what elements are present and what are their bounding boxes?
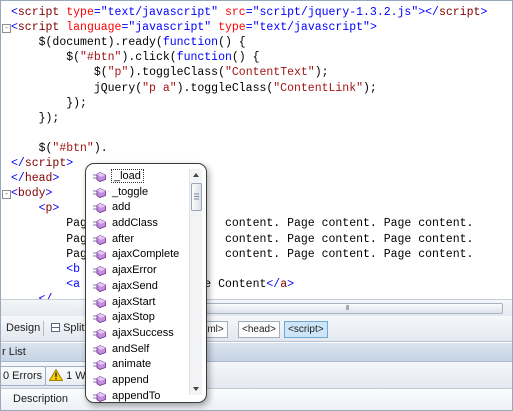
code-line[interactable]: $("#btn"). [11,141,108,156]
horizontal-scroll-thumb[interactable]: III [191,303,503,314]
completion-scroll-thumb[interactable] [191,183,202,211]
code-line[interactable]: jQuery("p a").toggleClass("ContentLink")… [11,81,377,96]
method-icon [93,172,106,182]
code-line[interactable]: }); [11,111,60,126]
code-line[interactable]: <p> [11,201,60,216]
completion-item-label: _load [111,169,144,183]
collapse-toggle-icon[interactable]: - [2,190,11,200]
completion-item[interactable]: add [90,200,186,216]
scroll-down-icon[interactable] [190,383,202,395]
completion-item-label: andSelf [112,342,150,355]
error-list-titlebar: r List [1,343,512,362]
warnings-filter-button[interactable]: 1 Wa [45,366,91,386]
completion-item-label: after [112,232,135,245]
code-editor[interactable]: -- <script type="text/javascript" src="s… [1,1,512,306]
code-line[interactable]: $("p").toggleClass("ContentText"); [11,65,329,80]
scroll-grip-icon: III [345,305,350,312]
error-list-title: r List [2,346,26,358]
completion-item-label: append [112,373,149,386]
description-column-header[interactable]: Description [13,389,68,410]
completion-item-label: ajaxComplete [112,248,180,261]
completion-item[interactable]: append [90,373,186,389]
completion-scrollbar[interactable] [189,169,202,395]
code-line[interactable]: <body> [11,186,52,201]
method-icon [93,391,106,402]
code-line[interactable]: </head> [11,171,59,186]
completion-item-label: ajaxSuccess [112,326,174,339]
completion-item-label: appendTo [112,389,161,402]
completion-item-label: ajaxError [112,264,157,277]
code-line[interactable]: Pag content. Page content. Page content. [11,232,473,247]
breadcrumb-head[interactable]: <head> [238,321,280,338]
code-line[interactable]: Pag content. Page content. Page content. [11,247,473,262]
completion-item[interactable]: appendTo [90,389,186,402]
error-list-toolbar: 0 Errors 1 Wa [1,362,512,389]
scroll-up-icon[interactable] [190,169,202,181]
method-icon [93,234,106,245]
method-icon [93,187,106,198]
completion-item[interactable]: _toggle [90,185,186,201]
collapse-toggle-icon[interactable]: - [2,24,11,34]
code-line[interactable]: $(document).ready(function() { [11,35,246,50]
warning-icon [49,369,63,381]
code-line[interactable]: $("#btn").click(function() { [11,50,259,65]
design-view-tab[interactable]: Design [3,321,43,336]
completion-item[interactable]: ajaxError [90,263,186,279]
completion-item[interactable]: ajaxStop [90,310,186,326]
method-icon [93,297,106,308]
completion-item-label: ajaxSend [112,279,158,292]
completion-item-label: ajaxStart [112,295,156,308]
method-icon [93,266,106,277]
completion-item[interactable]: _load [90,169,186,185]
completion-item-label: _toggle [112,185,149,198]
scroll-grip-icon [194,193,199,200]
completion-item[interactable]: animate [90,357,186,373]
code-line[interactable]: <script language="javascript" type="text… [11,20,377,35]
split-view-tab[interactable]: Split [48,321,87,336]
completion-item[interactable]: ajaxComplete [90,247,186,263]
completion-item[interactable]: andSelf [90,342,186,358]
completion-item-label: ajaxStop [112,311,155,324]
code-line[interactable]: }); [11,96,87,111]
intellisense-popup[interactable]: _load _toggleadd addClass after ajaxComplete… [85,163,207,403]
outline-gutter: -- [1,1,11,299]
completion-list[interactable]: _load _toggleadd addClass after ajaxComplete… [90,169,186,402]
completion-item[interactable]: ajaxStart [90,295,186,311]
code-line[interactable]: Pag content. Page content. Page content. [11,216,473,231]
method-icon [93,313,106,324]
split-view-icon [51,323,60,332]
method-icon [93,219,106,230]
code-line[interactable]: <script type="text/javascript" src="scri… [11,5,487,20]
breadcrumb-script[interactable]: <script> [284,321,328,338]
completion-item-label: add [112,201,131,214]
completion-item-label: animate [112,358,152,371]
horizontal-scrollbar[interactable]: III [1,299,512,316]
method-icon [93,281,106,292]
completion-item[interactable]: ajaxSuccess [90,326,186,342]
method-icon [93,203,106,214]
completion-item-label: addClass [112,217,158,230]
error-list-header: Description [1,389,512,410]
view-switcher-bar: Design Split html> <head> <script> [1,316,512,342]
completion-item[interactable]: addClass [90,216,186,232]
method-icon [93,360,106,371]
split-view-label: Split [63,322,85,334]
method-icon [93,250,106,261]
code-line[interactable]: </script> [11,156,73,171]
completion-item[interactable]: after [90,232,186,248]
tab-divider [43,321,44,336]
code-line[interactable]: <b [11,262,80,277]
method-icon [93,375,106,386]
method-icon [93,344,106,355]
visual-studio-window: -- <script type="text/javascript" src="s… [0,0,513,411]
completion-item[interactable]: ajaxSend [90,279,186,295]
method-icon [93,328,106,339]
errors-filter-button[interactable]: 0 Errors [1,366,47,386]
